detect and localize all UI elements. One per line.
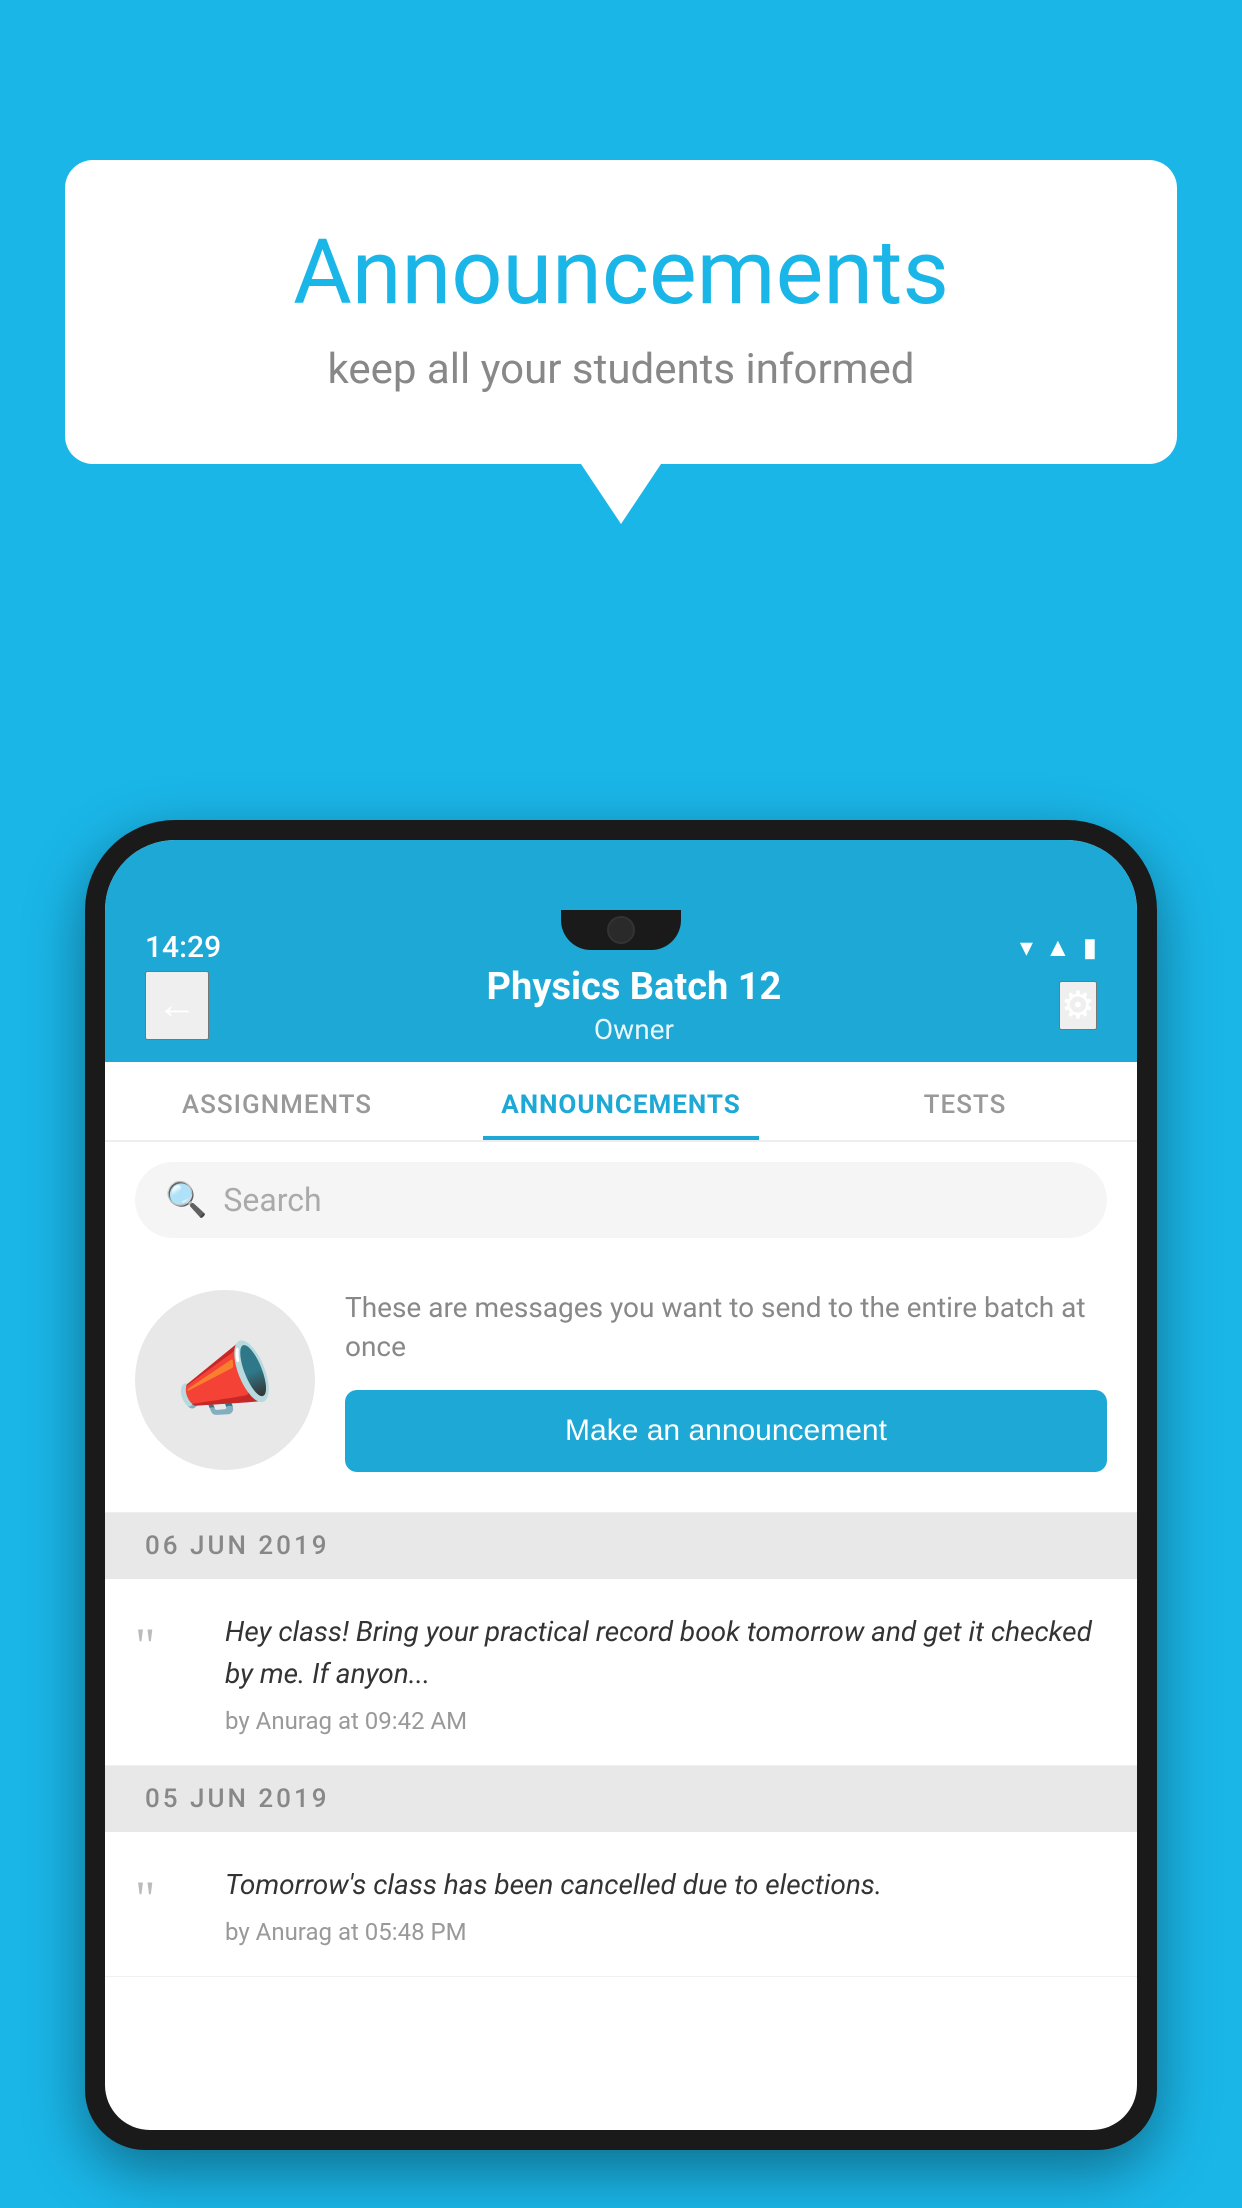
batch-name: Physics Batch 12 (487, 965, 782, 1009)
search-bar[interactable]: 🔍 Search (135, 1162, 1107, 1238)
signal-icon: ▲ (1045, 932, 1071, 963)
search-icon: 🔍 (165, 1180, 207, 1220)
speech-bubble: Announcements keep all your students inf… (65, 160, 1177, 464)
bubble-title: Announcements (145, 220, 1097, 325)
announcement-right: These are messages you want to send to t… (345, 1288, 1107, 1472)
header-row: ← Physics Batch 12 Owner ⚙ (145, 965, 1097, 1062)
announcement-text-1: Hey class! Bring your practical record b… (225, 1611, 1107, 1695)
tab-announcements[interactable]: ANNOUNCEMENTS (449, 1062, 793, 1140)
announcement-content-2: Tomorrow's class has been cancelled due … (225, 1864, 1107, 1946)
status-time: 14:29 (145, 930, 221, 965)
owner-label: Owner (487, 1013, 782, 1046)
bubble-subtitle: keep all your students informed (145, 345, 1097, 394)
phone-mockup: 14:29 ▾ ▲ ▮ ← Physics Batch 12 Owner (85, 820, 1157, 2208)
announcement-meta-1: by Anurag at 09:42 AM (225, 1707, 1107, 1735)
settings-button[interactable]: ⚙ (1059, 981, 1097, 1030)
quote-icon-1: " (135, 1616, 195, 1674)
announcement-description: These are messages you want to send to t… (345, 1288, 1107, 1366)
battery-icon: ▮ (1083, 933, 1097, 963)
wifi-icon: ▾ (1020, 933, 1033, 963)
header-title-area: Physics Batch 12 Owner (487, 965, 782, 1046)
date-separator-1: 06 JUN 2019 (105, 1513, 1137, 1579)
announcement-item-2[interactable]: " Tomorrow's class has been cancelled du… (105, 1832, 1137, 1977)
tabs-bar: ASSIGNMENTS ANNOUNCEMENTS TESTS (105, 1062, 1137, 1142)
announcement-content-1: Hey class! Bring your practical record b… (225, 1611, 1107, 1735)
search-bar-container: 🔍 Search (105, 1142, 1137, 1258)
date-separator-2: 05 JUN 2019 (105, 1766, 1137, 1832)
megaphone-icon-circle: 📣 (135, 1290, 315, 1470)
make-announcement-button[interactable]: Make an announcement (345, 1390, 1107, 1472)
search-placeholder: Search (223, 1181, 321, 1219)
phone-screen: 14:29 ▾ ▲ ▮ ← Physics Batch 12 Owner (105, 840, 1137, 2130)
app-header: 14:29 ▾ ▲ ▮ ← Physics Batch 12 Owner (105, 840, 1137, 1062)
tab-tests[interactable]: TESTS (793, 1062, 1137, 1140)
announcement-prompt: 📣 These are messages you want to send to… (105, 1258, 1137, 1513)
status-icons: ▾ ▲ ▮ (1020, 932, 1097, 963)
tab-assignments[interactable]: ASSIGNMENTS (105, 1062, 449, 1140)
speech-bubble-arrow (581, 464, 661, 524)
speech-bubble-section: Announcements keep all your students inf… (65, 160, 1177, 524)
back-button[interactable]: ← (145, 971, 209, 1040)
announcement-item-1[interactable]: " Hey class! Bring your practical record… (105, 1579, 1137, 1766)
phone-camera (607, 916, 635, 944)
announcement-text-2: Tomorrow's class has been cancelled due … (225, 1864, 1107, 1906)
phone-frame: 14:29 ▾ ▲ ▮ ← Physics Batch 12 Owner (85, 820, 1157, 2150)
megaphone-icon: 📣 (175, 1333, 275, 1427)
quote-icon-2: " (135, 1869, 195, 1927)
announcement-meta-2: by Anurag at 05:48 PM (225, 1918, 1107, 1946)
